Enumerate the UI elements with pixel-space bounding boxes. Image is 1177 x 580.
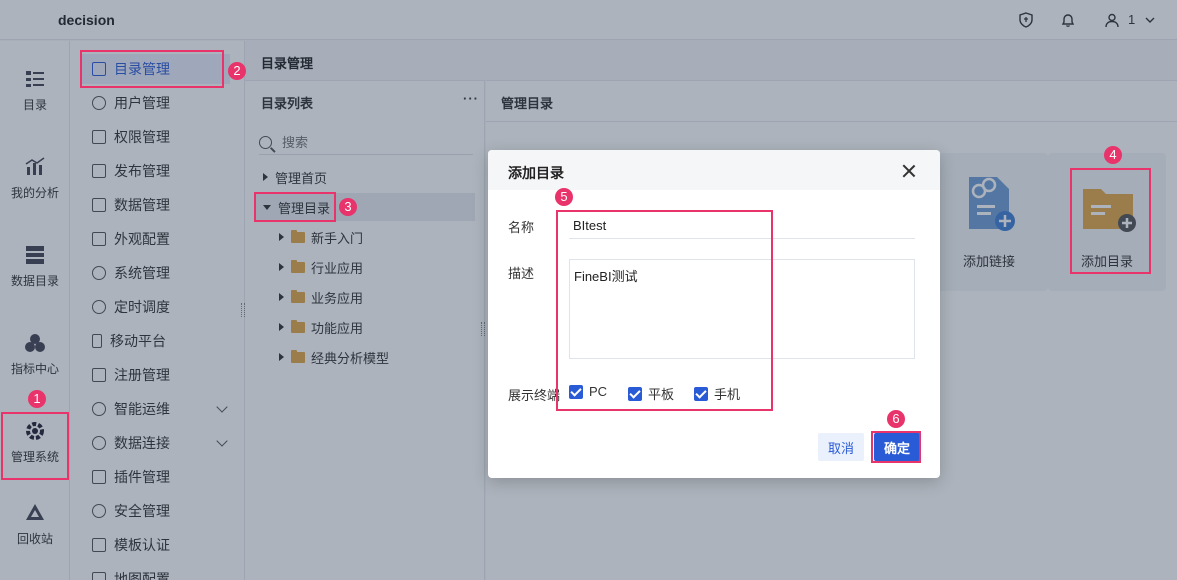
checkbox-label: 手机 [714, 387, 741, 402]
step-badge: 4 [1104, 146, 1122, 164]
checkbox-label: 平板 [648, 387, 675, 402]
checkbox-tablet[interactable]: 平板 [628, 384, 674, 403]
dialog-title: 添加目录 [508, 165, 564, 181]
checkbox-checked-icon[interactable] [628, 386, 642, 401]
confirm-button[interactable]: 确定 [874, 433, 920, 461]
checkbox-label: PC [589, 384, 608, 399]
step-badge: 5 [555, 188, 573, 206]
step-badge: 2 [228, 62, 246, 80]
terminal-label: 展示终端 [508, 388, 561, 403]
checkbox-checked-icon[interactable] [694, 386, 708, 401]
cancel-button[interactable]: 取消 [818, 433, 864, 461]
app-window: decision 1 目录 我的分析 数据目录 指标中心 管理系统 回收站 目录… [0, 0, 1177, 580]
desc-label: 描述 [508, 266, 535, 281]
checkbox-checked-icon[interactable] [569, 384, 583, 399]
close-icon[interactable] [902, 164, 916, 178]
step-badge: 3 [339, 198, 357, 216]
checkbox-mobile[interactable]: 手机 [694, 384, 740, 403]
name-label: 名称 [508, 220, 535, 235]
dialog-header: 添加目录 [488, 150, 940, 190]
step-badge: 6 [887, 410, 905, 428]
step-badge: 1 [28, 390, 46, 408]
checkbox-pc[interactable]: PC [569, 384, 607, 399]
description-field[interactable]: FineBI测试 [569, 259, 915, 359]
name-field[interactable] [569, 213, 915, 239]
